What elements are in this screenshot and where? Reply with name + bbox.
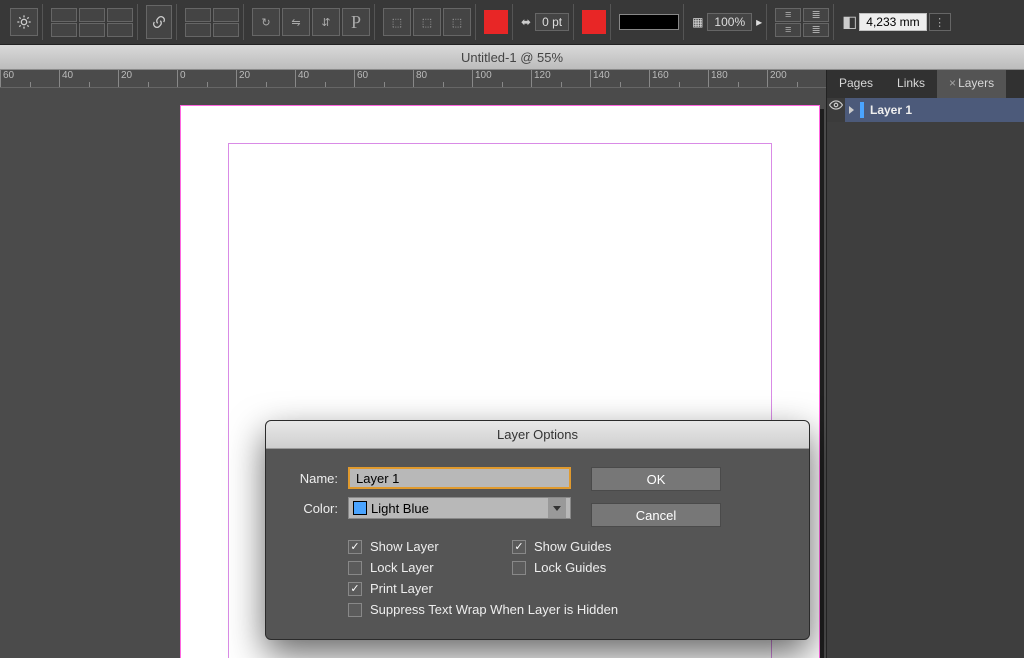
lock-layer-checkbox[interactable] (348, 561, 362, 575)
align-br-icon[interactable] (107, 23, 133, 37)
top-toolbar: ↻ ⇋ ⇵ P ⬚ ⬚ ⬚ ⬌ 0 pt ▦ 100% ▸ ≡ ≡ ≣ ≣ ◧ … (0, 0, 1024, 45)
lines-d-icon[interactable]: ≣ (803, 23, 829, 37)
color-label: Color: (286, 501, 338, 516)
dialog-title: Layer Options (266, 421, 809, 449)
flip-v-icon[interactable]: ⇵ (312, 8, 340, 36)
align-tr-icon[interactable] (107, 8, 133, 22)
ruler-tick: 60 (354, 70, 413, 87)
layer-name-input[interactable] (348, 467, 571, 489)
grid-b-icon[interactable] (185, 23, 211, 37)
suppress-wrap-checkbox[interactable] (348, 603, 362, 617)
lock-guides-checkbox[interactable] (512, 561, 526, 575)
opacity-dropdown-arrow-icon[interactable]: ▸ (756, 15, 762, 29)
measure-field[interactable]: 4,233 mm (859, 13, 926, 31)
opacity-field[interactable]: 100% (707, 13, 752, 31)
lines-b-icon[interactable]: ≡ (775, 23, 801, 37)
grid-a-icon[interactable] (185, 8, 211, 22)
align-edges-icon[interactable]: ⬚ (443, 8, 471, 36)
layer-options-dialog: Layer Options Name: Color: Light Blue (265, 420, 810, 640)
lines-c-icon[interactable]: ≣ (803, 8, 829, 22)
rotate-icon[interactable]: ↻ (252, 8, 280, 36)
link-icon[interactable] (146, 5, 172, 39)
tab-layers[interactable]: ×Layers (937, 70, 1006, 98)
lines-a-icon[interactable]: ≡ (775, 8, 801, 22)
align-bl-icon[interactable] (51, 23, 77, 37)
measure-a-icon: ◧ (842, 12, 857, 32)
show-guides-label: Show Guides (534, 539, 611, 554)
document-tab-bar: Untitled-1 @ 55% (0, 45, 1024, 70)
tab-pages[interactable]: Pages (827, 70, 885, 98)
chevron-right-icon[interactable] (849, 106, 854, 114)
ruler-tick: 100 (472, 70, 531, 87)
show-layer-label: Show Layer (370, 539, 439, 554)
no-fill-icon[interactable] (484, 10, 508, 34)
layer-color-select[interactable]: Light Blue (348, 497, 571, 519)
align-tc-icon[interactable] (79, 8, 105, 22)
paragraph-icon[interactable]: P (342, 8, 370, 36)
ruler-tick: 120 (531, 70, 590, 87)
cancel-button[interactable]: Cancel (591, 503, 721, 527)
stroke-weight-field[interactable]: 0 pt (535, 13, 569, 31)
ruler-tick: 140 (590, 70, 649, 87)
color-select-value: Light Blue (371, 501, 429, 516)
document-tab-title[interactable]: Untitled-1 @ 55% (461, 50, 563, 65)
ruler-tick: 40 (295, 70, 354, 87)
grid-d-icon[interactable] (213, 23, 239, 37)
ruler-tick: 160 (649, 70, 708, 87)
align-tl-icon[interactable] (51, 8, 77, 22)
layer-row[interactable]: Layer 1 (845, 98, 1024, 122)
right-panel: Pages Links ×Layers Layer 1 (826, 70, 1024, 658)
ruler-tick: 180 (708, 70, 767, 87)
print-layer-label: Print Layer (370, 581, 433, 596)
opacity-icon: ▦ (692, 15, 703, 29)
name-label: Name: (286, 471, 338, 486)
flip-h-icon[interactable]: ⇋ (282, 8, 310, 36)
show-guides-checkbox[interactable]: ✓ (512, 540, 526, 554)
layer-name: Layer 1 (870, 103, 912, 117)
distribute-v-icon[interactable]: ⬚ (413, 8, 441, 36)
lock-guides-label: Lock Guides (534, 560, 606, 575)
color-chip-icon (353, 501, 367, 515)
ok-button[interactable]: OK (591, 467, 721, 491)
horizontal-ruler: 604020020406080100120140160180200 (0, 70, 826, 88)
canvas-area[interactable]: 604020020406080100120140160180200 Layer … (0, 70, 826, 658)
dropdown-arrow-icon[interactable] (548, 498, 566, 518)
ruler-tick: 60 (0, 70, 59, 87)
ruler-tick: 40 (59, 70, 118, 87)
tab-links[interactable]: Links (885, 70, 937, 98)
align-bc-icon[interactable] (79, 23, 105, 37)
ruler-tick: 20 (236, 70, 295, 87)
black-swatch-icon[interactable] (619, 14, 679, 30)
show-layer-checkbox[interactable]: ✓ (348, 540, 362, 554)
suppress-wrap-label: Suppress Text Wrap When Layer is Hidden (370, 602, 618, 617)
close-x-icon[interactable]: × (949, 76, 956, 90)
no-stroke-icon[interactable] (582, 10, 606, 34)
layer-color-chip-icon (860, 102, 864, 118)
measure-stepper-icon[interactable]: ⋮ (929, 13, 951, 31)
eye-icon (829, 98, 843, 112)
ruler-tick: 0 (177, 70, 236, 87)
ruler-tick: 200 (767, 70, 826, 87)
ruler-tick: 20 (118, 70, 177, 87)
visibility-toggle[interactable] (827, 98, 845, 122)
brightness-icon[interactable] (10, 8, 38, 36)
distribute-h-icon[interactable]: ⬚ (383, 8, 411, 36)
lock-layer-label: Lock Layer (370, 560, 434, 575)
tab-layers-label: Layers (958, 76, 994, 90)
ruler-tick: 80 (413, 70, 472, 87)
grid-c-icon[interactable] (213, 8, 239, 22)
stroke-weight-label: ⬌ (521, 15, 531, 29)
print-layer-checkbox[interactable]: ✓ (348, 582, 362, 596)
